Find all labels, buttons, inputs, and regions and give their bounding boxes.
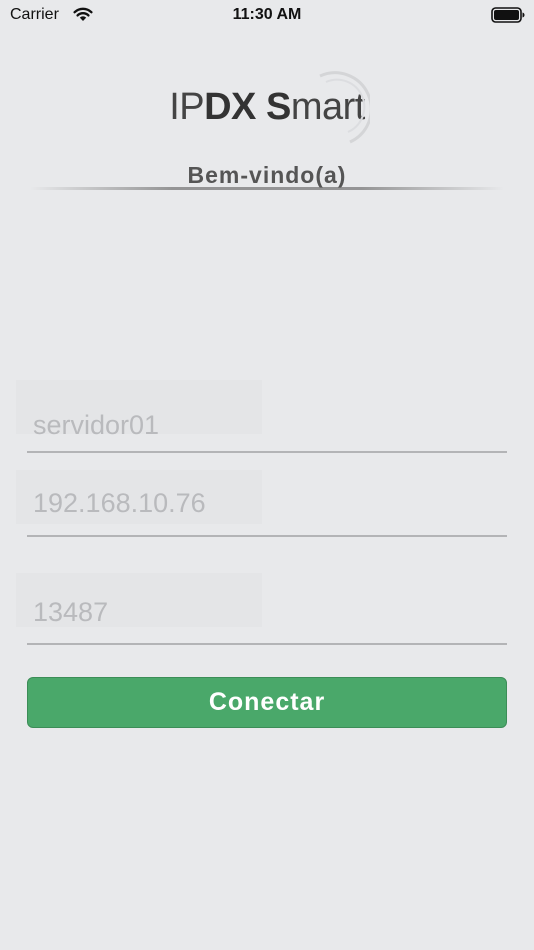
logo-swoosh-icon bbox=[319, 71, 370, 144]
logo-text-s: S bbox=[265, 86, 291, 128]
ip-field-underline bbox=[27, 535, 507, 537]
server-input[interactable] bbox=[33, 410, 473, 441]
ip-input[interactable] bbox=[33, 488, 473, 519]
logo-text-dx: DX bbox=[204, 86, 256, 128]
status-bar: Carrier 11:30 AM bbox=[0, 0, 534, 30]
logo-text-ip: IP bbox=[169, 86, 205, 128]
server-field-underline bbox=[27, 451, 507, 453]
welcome-divider bbox=[30, 187, 504, 190]
clock: 11:30 AM bbox=[232, 6, 302, 23]
welcome-title: Bem-vindo(a) bbox=[187, 162, 347, 188]
connect-button[interactable]: Conectar bbox=[27, 677, 507, 728]
port-field-underline bbox=[27, 643, 507, 645]
port-input[interactable] bbox=[33, 597, 473, 628]
app-logo: IPDX Smart bbox=[0, 86, 534, 129]
battery-icon bbox=[491, 7, 525, 23]
